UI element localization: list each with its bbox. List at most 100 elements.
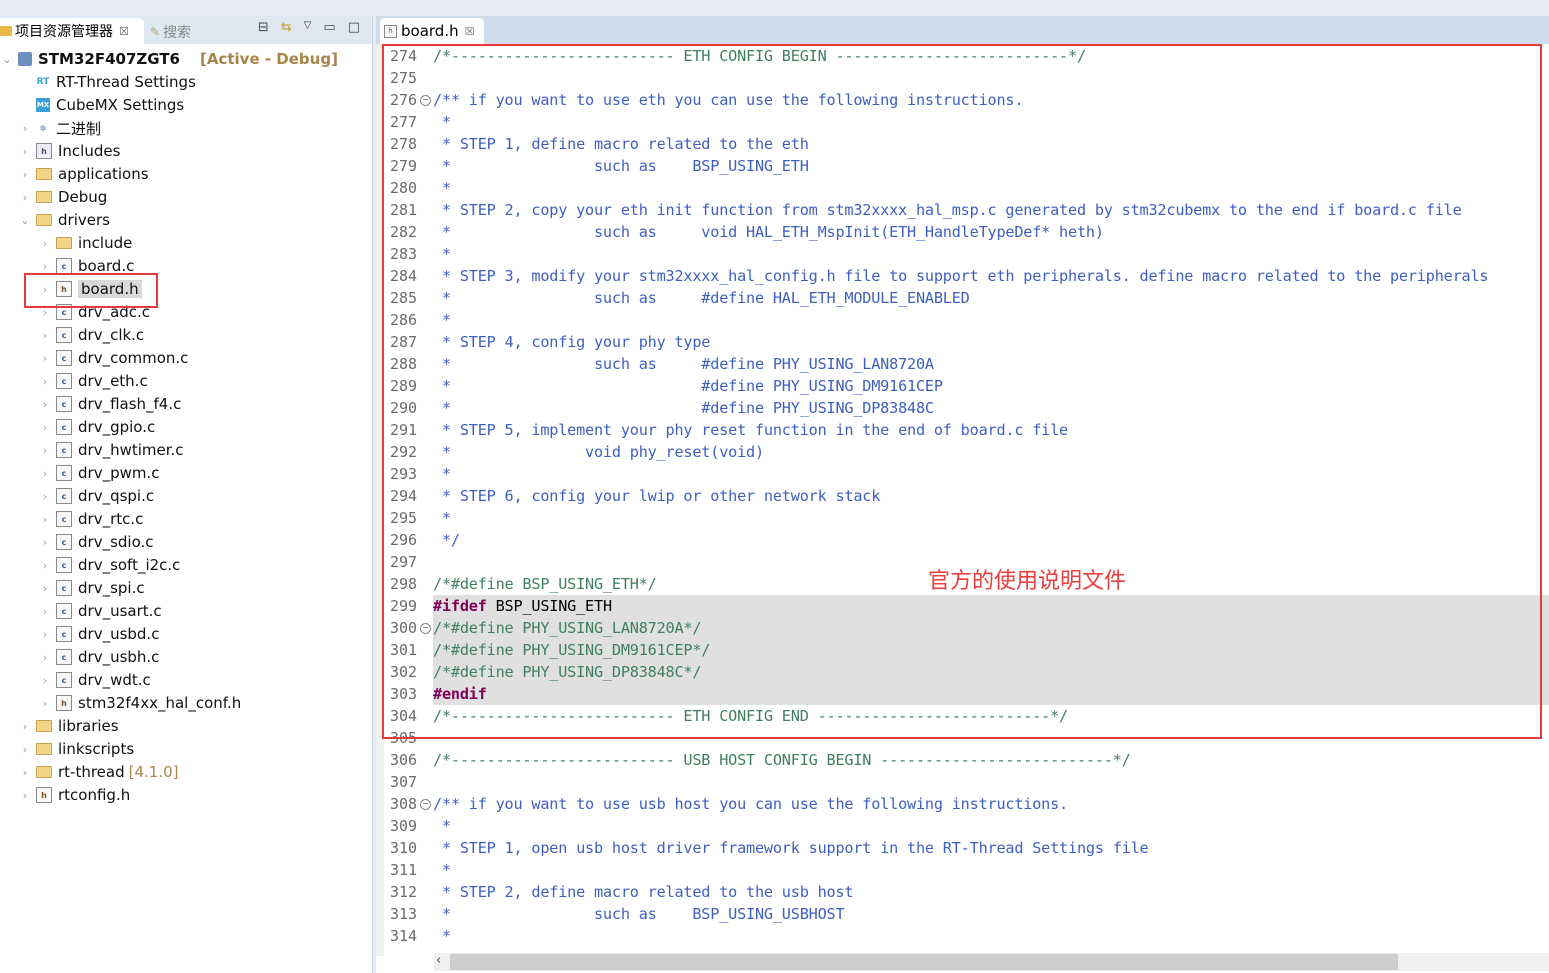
chevron-right-icon[interactable]: › [18, 720, 32, 733]
tree-item-label: drv_eth.c [78, 372, 148, 390]
chevron-right-icon[interactable]: › [38, 513, 52, 526]
tree-item[interactable]: › c drv_gpio.c [38, 416, 155, 438]
folder-icon [36, 766, 52, 778]
horizontal-scrollbar[interactable]: ‹ [434, 953, 1549, 971]
chevron-right-icon[interactable]: › [38, 329, 52, 342]
chevron-down-icon[interactable]: ⌄ [18, 214, 32, 227]
tree-item[interactable]: › c drv_flash_f4.c [38, 393, 182, 415]
chevron-right-icon[interactable]: › [18, 789, 32, 802]
chevron-right-icon[interactable]: › [18, 168, 32, 181]
chevron-right-icon[interactable]: › [38, 628, 52, 641]
chevron-right-icon[interactable]: › [38, 697, 52, 710]
chevron-right-icon[interactable]: › [38, 398, 52, 411]
chevron-right-icon[interactable]: › [18, 145, 32, 158]
link-with-editor-icon[interactable]: ⇆ [281, 20, 292, 35]
chevron-right-icon[interactable]: › [38, 651, 52, 664]
tab-project-explorer[interactable]: 项目资源管理器 ☒ [0, 18, 144, 44]
line-number: 284 [390, 267, 418, 285]
chevron-right-icon[interactable]: › [38, 421, 52, 434]
tree-item[interactable]: › c drv_qspi.c [38, 485, 154, 507]
tree-item[interactable]: › c drv_adc.c [38, 301, 150, 323]
line-number: 279 [390, 157, 418, 175]
tree-item[interactable]: › libraries [18, 715, 119, 737]
scroll-left-icon[interactable]: ‹ [436, 953, 441, 968]
tree-item[interactable]: › c drv_wdt.c [38, 669, 151, 691]
chevron-right-icon[interactable]: › [38, 306, 52, 319]
chevron-right-icon[interactable]: › [18, 191, 32, 204]
tree-item[interactable]: › h board.h [38, 278, 142, 300]
chevron-right-icon[interactable]: › [38, 467, 52, 480]
close-icon[interactable]: ☒ [465, 25, 475, 38]
tree-item[interactable]: › c drv_sdio.c [38, 531, 154, 553]
code-area[interactable]: 274 /*------------------------- ETH CONFI… [376, 44, 1549, 956]
tree-item-label: applications [58, 165, 149, 183]
chevron-right-icon[interactable]: › [38, 352, 52, 365]
tree-item[interactable]: › c drv_soft_i2c.c [38, 554, 181, 576]
chevron-right-icon[interactable]: › [38, 536, 52, 549]
annotation-text: 官方的使用说明文件 [928, 569, 1127, 594]
line-number: 311 [390, 861, 418, 879]
tree-item-label: drv_usbh.c [78, 648, 160, 666]
line-number: 280 [390, 179, 418, 197]
chevron-right-icon[interactable]: › [38, 260, 52, 273]
maximize-icon[interactable]: □ [348, 20, 360, 35]
tree-item[interactable]: ⌄ STM32F407ZGT6 [Active - Debug] [0, 48, 338, 70]
tree-item[interactable]: › c drv_hwtimer.c [38, 439, 184, 461]
chevron-right-icon[interactable]: › [38, 237, 52, 250]
tree-item[interactable]: › c drv_common.c [38, 347, 189, 369]
folder-icon [36, 214, 52, 226]
code-line: * #define PHY_USING_DP83848C [433, 399, 934, 417]
tree-item[interactable]: › rt-thread [4.1.0] [18, 761, 179, 783]
tab-search[interactable]: ✎ 搜索 [150, 22, 191, 42]
tree-item[interactable]: › c drv_clk.c [38, 324, 144, 346]
chevron-right-icon[interactable]: › [18, 766, 32, 779]
tab-board-h[interactable]: h board.h ☒ [380, 18, 484, 44]
tree-item[interactable]: › Debug [18, 186, 108, 208]
chevron-right-icon[interactable]: › [38, 605, 52, 618]
scrollbar-thumb[interactable] [450, 954, 1398, 970]
fold-toggle-icon[interactable]: − [420, 95, 431, 106]
tree-item-label: drv_rtc.c [78, 510, 144, 528]
tree-item[interactable]: › c drv_usart.c [38, 600, 162, 622]
tree-item[interactable]: › linkscripts [18, 738, 134, 760]
tree-item[interactable]: › ✲ 二进制 [18, 117, 101, 139]
tree-item[interactable]: RT RT-Thread Settings [18, 71, 196, 93]
view-menu-icon[interactable]: ▽ [304, 20, 312, 35]
tree-item[interactable]: › c drv_usbh.c [38, 646, 160, 668]
explorer-tabbar: 项目资源管理器 ☒ ✎ 搜索 ⊟ ⇆ ▽ ▭ □ [0, 16, 372, 44]
tree-item[interactable]: MX CubeMX Settings [18, 94, 184, 116]
tree-item[interactable]: › c drv_pwm.c [38, 462, 160, 484]
chevron-right-icon[interactable]: › [38, 582, 52, 595]
tree-item[interactable]: › c board.c [38, 255, 135, 277]
chevron-right-icon[interactable]: › [38, 559, 52, 572]
chevron-right-icon[interactable]: › [38, 444, 52, 457]
chevron-right-icon[interactable]: › [18, 743, 32, 756]
close-icon[interactable]: ☒ [119, 25, 129, 38]
line-number: 288 [390, 355, 418, 373]
collapse-all-icon[interactable]: ⊟ [258, 20, 269, 35]
fold-toggle-icon[interactable]: − [420, 799, 431, 810]
tree-item[interactable]: › applications [18, 163, 149, 185]
chevron-right-icon[interactable]: › [38, 490, 52, 503]
code-line: /*------------------------- ETH CONFIG E… [433, 707, 1068, 725]
tree-item[interactable]: › c drv_usbd.c [38, 623, 160, 645]
chevron-right-icon[interactable]: › [18, 122, 32, 135]
chevron-right-icon[interactable]: › [38, 375, 52, 388]
minimize-icon[interactable]: ▭ [323, 20, 335, 35]
c-file-icon: c [56, 465, 72, 481]
fold-toggle-icon[interactable]: − [420, 623, 431, 634]
tree-item[interactable]: › h stm32f4xx_hal_conf.h [38, 692, 241, 714]
tree-item[interactable]: › h Includes [18, 140, 121, 162]
tree-item[interactable]: › c drv_rtc.c [38, 508, 144, 530]
h-file-icon: h [56, 281, 72, 297]
chevron-right-icon[interactable]: › [38, 674, 52, 687]
tree-item[interactable]: › c drv_eth.c [38, 370, 148, 392]
tree-item-label: drv_usbd.c [78, 625, 160, 643]
tree-item[interactable]: › include [38, 232, 133, 254]
tree-item[interactable]: › c drv_spi.c [38, 577, 145, 599]
code-line: /*------------------------- USB HOST CON… [433, 751, 1131, 769]
chevron-right-icon[interactable]: › [38, 283, 52, 296]
tree-item[interactable]: ⌄ drivers [18, 209, 110, 231]
tree-item[interactable]: › h rtconfig.h [18, 784, 130, 806]
chevron-down-icon[interactable]: ⌄ [0, 53, 14, 66]
